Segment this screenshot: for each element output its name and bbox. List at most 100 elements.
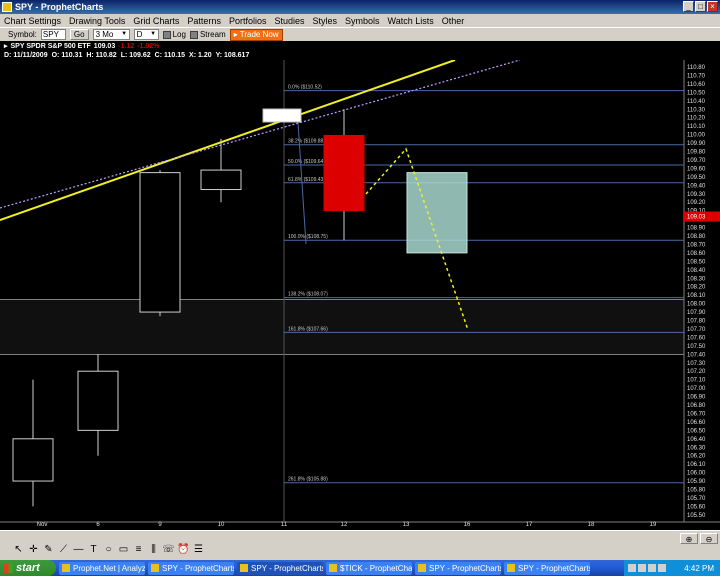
ohlc-high: H: 110.82 bbox=[86, 52, 117, 59]
close-button[interactable]: × bbox=[707, 1, 718, 12]
y-tick-label: 105.90 bbox=[687, 479, 706, 485]
taskbar-item[interactable]: SPY - ProphetCharts bbox=[237, 561, 323, 575]
menu-studies[interactable]: Studies bbox=[270, 16, 308, 26]
menu-grid-charts[interactable]: Grid Charts bbox=[129, 16, 183, 26]
symbol-input[interactable]: SPY bbox=[40, 29, 66, 40]
taskbar-item[interactable]: SPY - ProphetCharts bbox=[504, 561, 590, 575]
security-icon[interactable] bbox=[658, 564, 666, 572]
pencil-icon[interactable]: ✎ bbox=[42, 543, 55, 556]
y-tick-label: 108.40 bbox=[687, 268, 706, 274]
x-tick-label: 17 bbox=[526, 522, 533, 528]
menu-symbols[interactable]: Symbols bbox=[341, 16, 384, 26]
menu-watch-lists[interactable]: Watch Lists bbox=[384, 16, 438, 26]
x-tick-label: 10 bbox=[218, 522, 225, 528]
fib-level-label: 50.0% ($109.64) bbox=[288, 159, 325, 165]
taskbar-item-label: SPY - ProphetCharts bbox=[162, 563, 234, 573]
stream-icon bbox=[189, 30, 198, 39]
x-tick-label: 12 bbox=[341, 522, 348, 528]
drawing-toolbar: ↖ ✛ ✎ ⟋ — T ○ ▭ ≡ ⫼ ☏ ⏰ ☰ ⊕ ⊖ bbox=[0, 530, 720, 560]
candle-body bbox=[200, 169, 242, 191]
trade-now-button[interactable]: ▸ Trade Now bbox=[229, 28, 283, 41]
go-button[interactable]: Go bbox=[69, 29, 89, 40]
candle-body bbox=[12, 438, 54, 482]
volume-icon[interactable] bbox=[648, 564, 656, 572]
taskbar: start Prophet.Net | Analyz... SPY - Proph… bbox=[0, 560, 720, 576]
speech-icon[interactable]: ☏ bbox=[162, 543, 175, 556]
start-button[interactable]: start bbox=[0, 560, 56, 576]
start-label: start bbox=[16, 562, 40, 574]
fib-icon[interactable]: ≡ bbox=[132, 543, 145, 556]
y-tick-label: 106.10 bbox=[687, 462, 706, 468]
alarm-icon[interactable]: ⏰ bbox=[177, 543, 190, 556]
log-label: Log bbox=[172, 30, 186, 39]
y-tick-label: 110.10 bbox=[687, 124, 706, 130]
y-tick-label: 108.90 bbox=[687, 226, 706, 232]
chart-canvas[interactable]: 0.0% ($110.52) 38.2% ($109.88) 50.0% ($109… bbox=[0, 60, 720, 530]
y-tick-label: 108.80 bbox=[687, 234, 706, 240]
minimize-button[interactable]: _ bbox=[683, 1, 694, 12]
maximize-button[interactable]: □ bbox=[695, 1, 706, 12]
last-price: 109.03 bbox=[93, 42, 116, 50]
y-tick-label: 107.00 bbox=[687, 386, 706, 392]
hline-icon[interactable]: — bbox=[72, 543, 85, 556]
y-tick-label: 109.90 bbox=[687, 141, 706, 147]
y-tick-label: 108.20 bbox=[687, 285, 706, 291]
channel-icon[interactable]: ⫼ bbox=[147, 543, 160, 556]
symbol-expand-icon[interactable]: ▸ bbox=[4, 42, 8, 50]
chevron-down-icon: ▼ bbox=[121, 31, 128, 37]
crosshair-icon[interactable]: ✛ bbox=[27, 543, 40, 556]
interval-select[interactable]: D ▼ bbox=[133, 29, 159, 40]
help-icon[interactable] bbox=[628, 564, 636, 572]
list-icon[interactable]: ☰ bbox=[192, 543, 205, 556]
menu-drawing-tools[interactable]: Drawing Tools bbox=[65, 16, 129, 26]
menu-portfolios[interactable]: Portfolios bbox=[225, 16, 271, 26]
menu-bar: Chart Settings Drawing Tools Grid Charts… bbox=[0, 14, 720, 27]
y-tick-label: 107.90 bbox=[687, 310, 706, 316]
y-tick-label: 110.80 bbox=[687, 65, 706, 71]
app-icon bbox=[62, 564, 70, 572]
y-tick-label: 108.00 bbox=[687, 302, 706, 308]
taskbar-item[interactable]: SPY - ProphetCharts bbox=[415, 561, 501, 575]
taskbar-item[interactable]: $TICK - ProphetCharts bbox=[326, 561, 412, 575]
app-icon bbox=[151, 564, 159, 572]
stream-label: Stream bbox=[199, 30, 226, 39]
menu-other[interactable]: Other bbox=[438, 16, 469, 26]
price-change-pct: -1.02% bbox=[137, 42, 160, 50]
y-tick-label: 106.20 bbox=[687, 454, 706, 460]
stream-toggle[interactable]: Stream bbox=[189, 30, 226, 39]
ellipse-icon[interactable]: ○ bbox=[102, 543, 115, 556]
y-tick-label: 110.00 bbox=[687, 133, 706, 139]
y-tick-label: 110.60 bbox=[687, 82, 706, 88]
menu-styles[interactable]: Styles bbox=[309, 16, 342, 26]
quote-header: ▸ SPY SPDR S&P 500 ETF 109.03 -1.12 -1.0… bbox=[0, 41, 720, 60]
taskbar-item[interactable]: SPY - ProphetCharts bbox=[148, 561, 234, 575]
menu-patterns[interactable]: Patterns bbox=[183, 16, 225, 26]
trade-icon: ▸ bbox=[233, 30, 238, 39]
app-icon bbox=[507, 564, 515, 572]
log-toggle[interactable]: Log bbox=[162, 30, 186, 39]
menu-chart-settings[interactable]: Chart Settings bbox=[0, 16, 65, 26]
taskbar-item[interactable]: Prophet.Net | Analyz... bbox=[59, 561, 145, 575]
price-chart[interactable]: 0.0% ($110.52) 38.2% ($109.88) 50.0% ($109… bbox=[0, 60, 720, 530]
log-icon bbox=[162, 30, 171, 39]
ray-icon[interactable]: ⟋ bbox=[57, 543, 70, 556]
rect-icon[interactable]: ▭ bbox=[117, 543, 130, 556]
zoom-in-button[interactable]: ⊕ bbox=[680, 533, 698, 544]
y-tick-label: 109.20 bbox=[687, 200, 706, 206]
zoom-out-button[interactable]: ⊖ bbox=[700, 533, 718, 544]
pointer-icon[interactable]: ↖ bbox=[12, 543, 25, 556]
y-tick-label: 106.70 bbox=[687, 411, 706, 417]
y-tick-label: 105.50 bbox=[687, 513, 706, 519]
y-tick-label: 106.60 bbox=[687, 420, 706, 426]
y-tick-label: 109.60 bbox=[687, 166, 706, 172]
text-icon[interactable]: T bbox=[87, 543, 100, 556]
period-select[interactable]: 3 Mo ▼ bbox=[92, 29, 130, 40]
fib-level-label: 161.8% ($107.66) bbox=[288, 326, 328, 332]
x-tick-label: 19 bbox=[650, 522, 657, 528]
app-icon bbox=[329, 564, 337, 572]
app-icon bbox=[2, 2, 12, 12]
network-icon[interactable] bbox=[638, 564, 646, 572]
ohlc-close: C: 110.15 bbox=[154, 52, 186, 59]
windows-logo-icon bbox=[4, 563, 13, 573]
y-tick-label: 107.60 bbox=[687, 335, 706, 341]
